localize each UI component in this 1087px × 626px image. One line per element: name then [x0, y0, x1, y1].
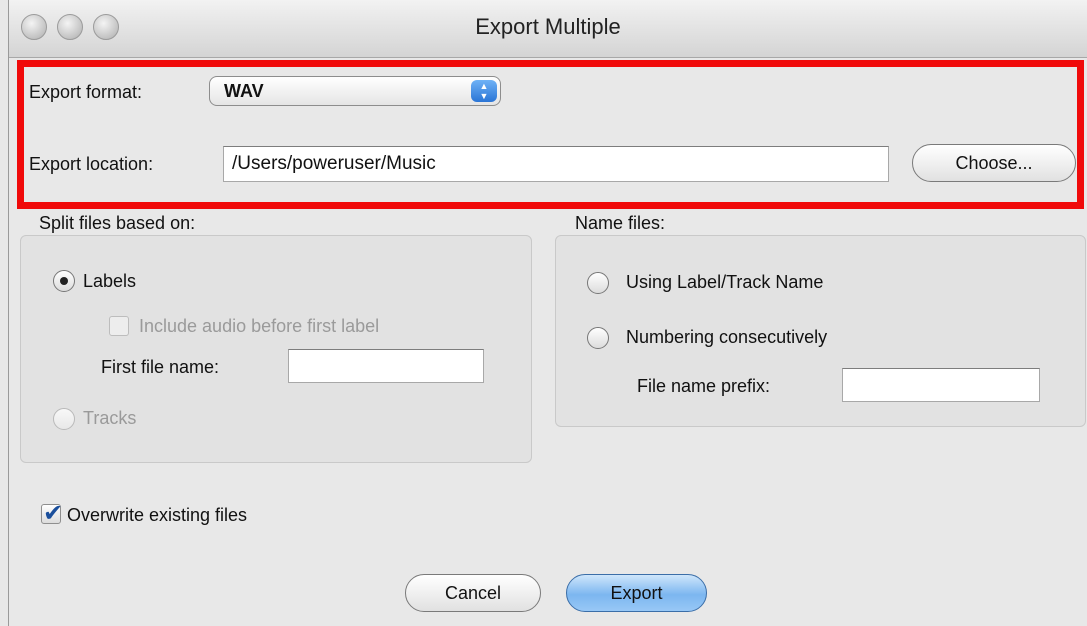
checkmark-icon: ✔: [43, 500, 64, 527]
labels-radio-label: Labels: [83, 271, 137, 291]
name-files-heading: Name files:: [575, 213, 666, 233]
split-heading: Split files based on:: [39, 213, 196, 233]
tracks-radio-label: Tracks: [83, 408, 137, 428]
cancel-button[interactable]: Cancel: [405, 574, 541, 612]
overwrite-label: Overwrite existing files: [67, 505, 248, 525]
export-format-value: WAV: [224, 81, 264, 101]
numbering-radio-label: Numbering consecutively: [626, 327, 828, 347]
title-bar: Export Multiple: [9, 0, 1087, 58]
labels-radio[interactable]: [53, 270, 75, 292]
export-location-value: /Users/poweruser/Music: [232, 153, 436, 174]
file-name-prefix-field[interactable]: [842, 368, 1040, 402]
export-location-label: Export location:: [29, 154, 154, 174]
tracks-radio[interactable]: [53, 408, 75, 430]
using-label-radio-label: Using Label/Track Name: [626, 272, 824, 292]
file-name-prefix-label: File name prefix:: [637, 376, 771, 396]
export-format-label: Export format:: [29, 82, 143, 102]
export-format-select[interactable]: WAV ▲ ▼: [209, 76, 501, 106]
include-audio-checkbox[interactable]: [109, 316, 129, 336]
choose-button[interactable]: Choose...: [912, 144, 1076, 182]
overwrite-checkbox[interactable]: ✔: [41, 500, 63, 527]
export-location-field[interactable]: /Users/poweruser/Music: [223, 146, 889, 182]
numbering-radio[interactable]: [587, 327, 609, 349]
first-file-name-field[interactable]: [288, 349, 484, 383]
export-multiple-dialog: Export Multiple Export format: WAV ▲ ▼ Ex…: [8, 0, 1087, 626]
export-button[interactable]: Export: [566, 574, 707, 612]
first-file-name-label: First file name:: [101, 357, 220, 377]
using-label-radio[interactable]: [587, 272, 609, 294]
window-title: Export Multiple: [475, 14, 621, 39]
highlight-box: [17, 60, 1084, 209]
updown-arrows-icon: ▲ ▼: [471, 80, 497, 102]
include-audio-label: Include audio before first label: [139, 316, 380, 336]
